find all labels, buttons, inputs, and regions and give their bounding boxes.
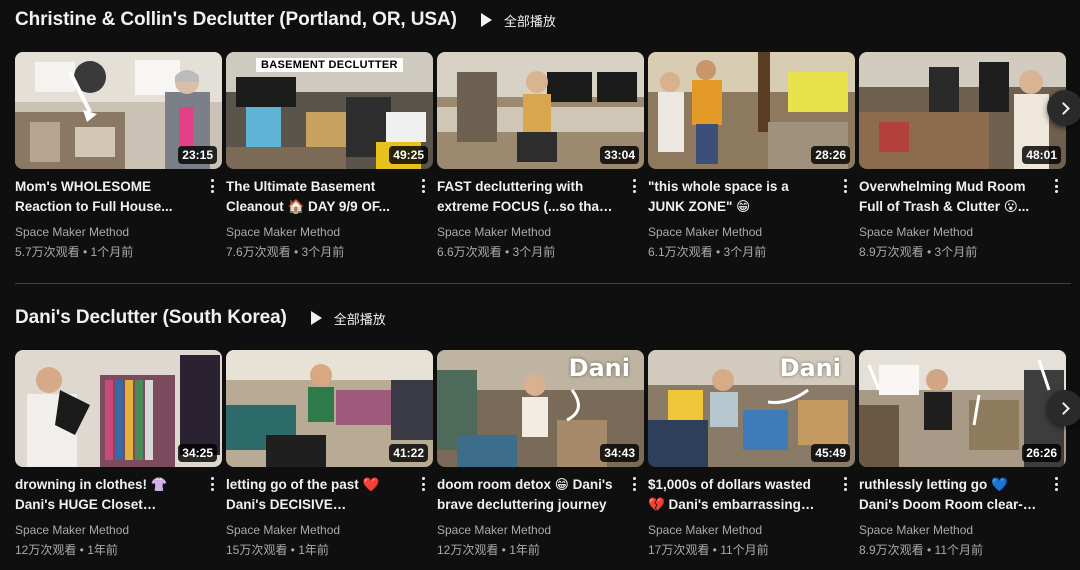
play-all-label: 全部播放 [333,311,386,327]
video-duration: 34:43 [600,444,639,462]
channel-name[interactable]: Space Maker Method [226,225,340,239]
shelf-title[interactable]: Christine & Collin's Declutter (Portland… [15,9,457,31]
video-duration: 49:25 [389,146,428,164]
video-duration: 34:25 [178,444,217,462]
video-duration: 45:49 [811,444,850,462]
video-card[interactable]: 33:04 FAST decluttering with extreme FOC… [437,52,644,262]
video-meta: 15万次观看 • 1年前 [226,543,329,557]
channel-name[interactable]: Space Maker Method [15,523,129,537]
video-title[interactable]: ruthlessly letting go 💙 Dani's Doom Room… [859,475,1039,515]
video-duration: 33:04 [600,146,639,164]
video-thumbnail[interactable]: BASEMENT DECLUTTER 49:25 [226,52,433,169]
video-duration: 23:15 [178,146,217,164]
video-thumbnail[interactable]: 26:26 [859,350,1066,467]
video-meta: 8.9万次观看 • 3个月前 [859,245,978,259]
video-meta: 17万次观看 • 11个月前 [648,543,769,557]
video-row: 34:25 drowning in clothes! 👚 Dani's HUGE… [15,350,1080,560]
video-card[interactable]: 28:26 "this whole space is a JUNK ZONE" … [648,52,855,262]
play-icon [480,13,492,27]
video-title[interactable]: FAST decluttering with extreme FOCUS (..… [437,177,617,217]
video-card[interactable]: 41:22 letting go of the past ❤️ Dani's D… [226,350,433,560]
shelf-next-button[interactable] [1047,90,1080,126]
video-thumbnail[interactable]: Dani 34:43 [437,350,644,467]
more-actions-icon[interactable] [206,476,218,492]
playlist-shelf-christine-collin: Christine & Collin's Declutter (Portland… [15,0,1080,259]
video-title[interactable]: Overwhelming Mud Room Full of Trash & Cl… [859,177,1039,217]
video-meta: 8.9万次观看 • 11个月前 [859,543,984,557]
channel-name[interactable]: Space Maker Method [859,225,973,239]
video-title[interactable]: drowning in clothes! 👚 Dani's HUGE Close… [15,475,195,515]
video-row: 23:15 Mom's WHOLESOME Reaction to Full H… [15,52,1080,262]
video-thumbnail[interactable]: 28:26 [648,52,855,169]
video-title[interactable]: "this whole space is a JUNK ZONE" 😁 [648,177,828,217]
video-thumbnail[interactable]: 23:15 [15,52,222,169]
video-title[interactable]: $1,000s of dollars wasted 💔 Dani's embar… [648,475,828,515]
channel-name[interactable]: Space Maker Method [648,225,762,239]
video-duration: 28:26 [811,146,850,164]
play-all-label: 全部播放 [503,13,556,29]
video-meta: 12万次观看 • 1年前 [15,543,118,557]
video-card[interactable]: 26:26 ruthlessly letting go 💙 Dani's Doo… [859,350,1066,560]
more-actions-icon[interactable] [839,178,851,194]
more-actions-icon[interactable] [839,476,851,492]
video-duration: 41:22 [389,444,428,462]
shelf-divider [15,283,1071,284]
playlist-shelf-dani: Dani's Declutter (South Korea) 全部播放 34:2… [15,298,1080,557]
video-card[interactable]: 48:01 Overwhelming Mud Room Full of Tras… [859,52,1066,262]
channel-name[interactable]: Space Maker Method [437,523,551,537]
video-thumbnail[interactable]: 48:01 [859,52,1066,169]
channel-name[interactable]: Space Maker Method [15,225,129,239]
video-meta: 6.6万次观看 • 3个月前 [437,245,556,259]
video-card[interactable]: 34:25 drowning in clothes! 👚 Dani's HUGE… [15,350,222,560]
channel-name[interactable]: Space Maker Method [648,523,762,537]
chevron-right-icon [1057,401,1070,415]
video-title[interactable]: letting go of the past ❤️ Dani's DECISIV… [226,475,406,515]
play-all-button[interactable]: 全部播放 [480,11,556,30]
video-card[interactable]: 23:15 Mom's WHOLESOME Reaction to Full H… [15,52,222,262]
shelf-header: Dani's Declutter (South Korea) 全部播放 [15,298,1080,338]
video-thumbnail[interactable]: 34:25 [15,350,222,467]
more-actions-icon[interactable] [206,178,218,194]
more-actions-icon[interactable] [628,178,640,194]
video-meta: 5.7万次观看 • 1个月前 [15,245,134,259]
more-actions-icon[interactable] [417,476,429,492]
more-actions-icon[interactable] [1050,178,1062,194]
video-duration: 48:01 [1022,146,1061,164]
thumbnail-overlay-text: Dani [779,354,841,382]
video-duration: 26:26 [1022,444,1061,462]
channel-name[interactable]: Space Maker Method [437,225,551,239]
thumbnail-overlay-text: BASEMENT DECLUTTER [256,58,403,72]
chevron-right-icon [1057,101,1070,115]
video-thumbnail[interactable]: 33:04 [437,52,644,169]
video-thumbnail[interactable]: 41:22 [226,350,433,467]
video-thumbnail[interactable]: Dani 45:49 [648,350,855,467]
video-card[interactable]: Dani 34:43 doom room detox 😁 Dani's brav… [437,350,644,560]
video-title[interactable]: doom room detox 😁 Dani's brave declutter… [437,475,617,515]
video-meta: 6.1万次观看 • 3个月前 [648,245,767,259]
video-title[interactable]: Mom's WHOLESOME Reaction to Full House..… [15,177,195,217]
shelf-header: Christine & Collin's Declutter (Portland… [15,0,1080,40]
channel-name[interactable]: Space Maker Method [859,523,973,537]
channel-name[interactable]: Space Maker Method [226,523,340,537]
shelf-next-button[interactable] [1047,390,1080,426]
more-actions-icon[interactable] [417,178,429,194]
shelf-title[interactable]: Dani's Declutter (South Korea) [15,307,287,329]
play-icon [310,311,322,325]
video-meta: 7.6万次观看 • 3个月前 [226,245,345,259]
more-actions-icon[interactable] [1050,476,1062,492]
video-meta: 12万次观看 • 1年前 [437,543,540,557]
thumbnail-overlay-text: Dani [568,354,630,382]
video-card[interactable]: BASEMENT DECLUTTER 49:25 The Ultimate Ba… [226,52,433,262]
more-actions-icon[interactable] [628,476,640,492]
video-card[interactable]: Dani 45:49 $1,000s of dollars wasted 💔 D… [648,350,855,560]
play-all-button[interactable]: 全部播放 [310,309,386,328]
video-title[interactable]: The Ultimate Basement Cleanout 🏠 DAY 9/9… [226,177,406,217]
